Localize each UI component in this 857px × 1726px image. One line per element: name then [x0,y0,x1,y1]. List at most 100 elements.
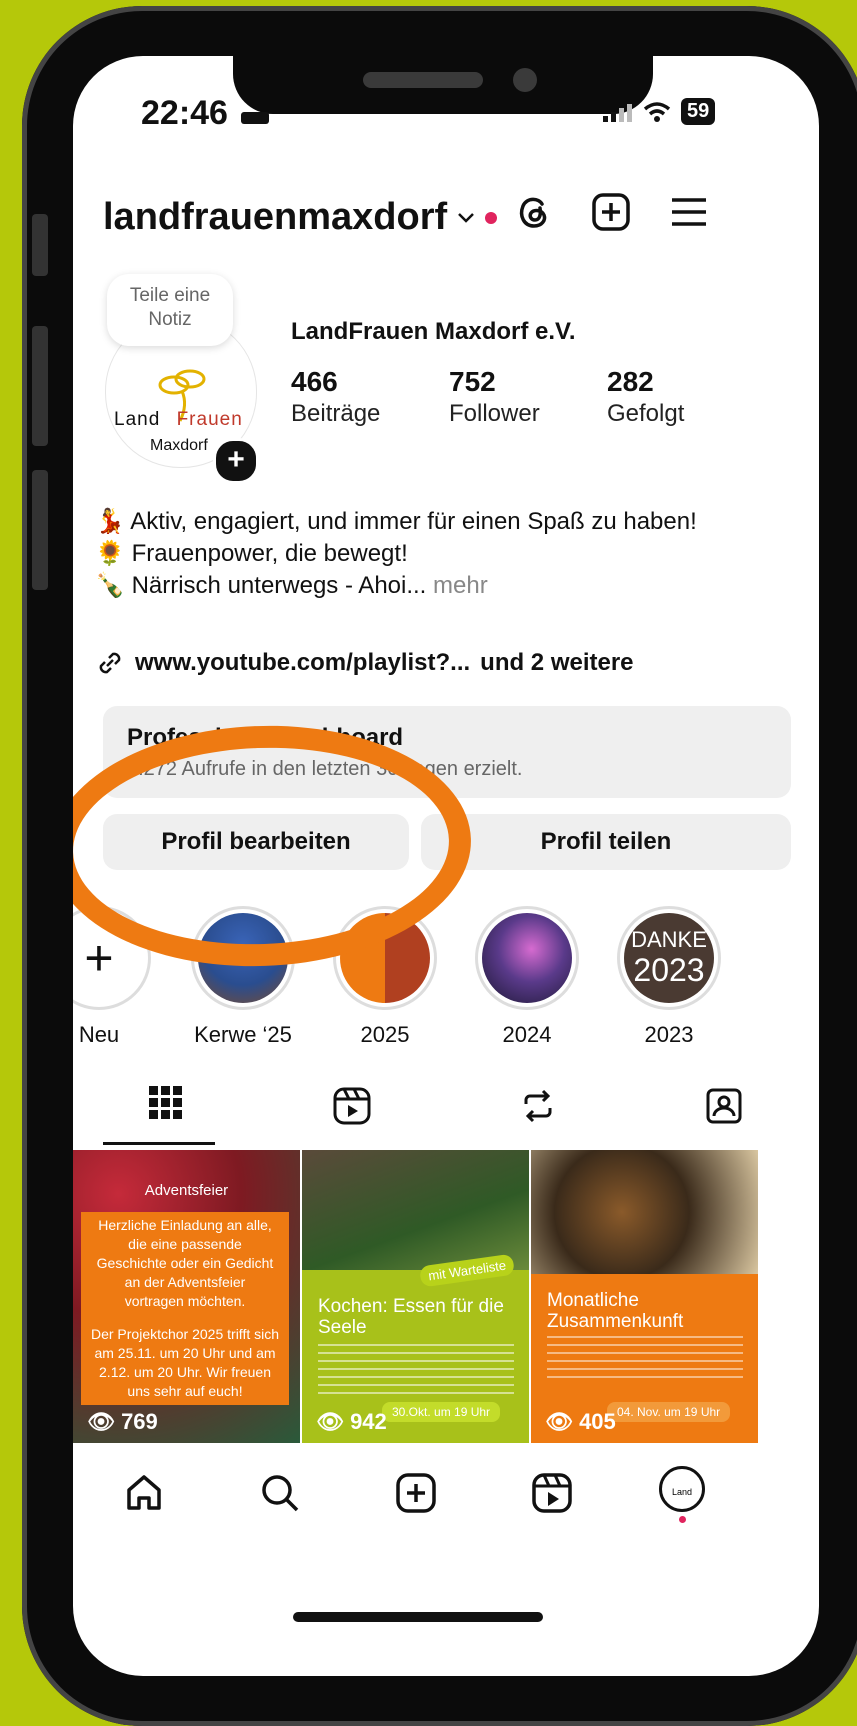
stat-following[interactable]: 282 Gefolgt [607,366,684,428]
post-line: Der Projektchor 2025 trifft sich [90,1326,280,1342]
home-icon[interactable] [123,1472,165,1514]
sunflower-emoji-icon: 🌻 [95,540,125,567]
username-switcher[interactable]: landfrauenmaxdorf [103,196,498,239]
stat-label: Beiträge [291,400,381,427]
post-views: 👁 405 [545,1409,616,1435]
chevron-down-icon [458,212,475,223]
post-line: Herzliche Einladung an alle, [98,1217,272,1233]
grid-icon [149,1086,182,1119]
post-title: Adventsfeier [144,1182,229,1199]
bio: 💃 Aktiv, engagiert, und immer für einen … [95,506,795,602]
stat-label: Follower [449,400,540,427]
tab-tagged[interactable] [631,1086,817,1146]
share-profile-button[interactable]: Profil teilen [421,814,791,870]
post-body [318,1344,514,1396]
status-time: 22:46 [141,94,270,133]
post-tile[interactable]: Adventsfeier Herzliche Einladung an alle… [73,1150,300,1443]
reels-nav-icon[interactable] [531,1472,573,1514]
bio-line: 🍾 Närrisch unterwegs - Ahoi... mehr [95,570,795,602]
display-name: LandFrauen Maxdorf e.V. [291,318,576,345]
stat-followers[interactable]: 752 Follower [449,366,540,428]
threads-icon[interactable] [513,192,553,232]
bio-line: 💃 Aktiv, engagiert, und immer für einen … [95,506,795,538]
notch [233,56,653,114]
post-line: 2.12. um 20 Uhr. Wir freuen [99,1364,271,1380]
search-icon[interactable] [259,1472,301,1514]
signal-icon [603,103,632,122]
menu-icon[interactable] [669,192,709,232]
mini-logo-text: Land [671,1487,693,1497]
top-actions [513,192,709,232]
battery-icon: 59 [681,98,716,125]
notification-dot [485,211,498,224]
tab-reposts[interactable] [445,1086,631,1146]
create-post-icon[interactable] [395,1472,437,1514]
post-line: vortragen möchten. [124,1293,246,1309]
repost-icon [524,1089,552,1123]
views-count: 942 [350,1409,387,1434]
bottom-nav: Land [73,1444,819,1544]
highlight-label: 2024 [502,1022,552,1047]
post-tile[interactable]: Monatliche Zusammenkunft 04. Nov. um 19 … [531,1150,758,1443]
dancer-emoji-icon: 💃 [95,508,125,535]
logo-text-frauen: Frauen [176,409,243,430]
stat-posts[interactable]: 466 Beiträge [291,366,380,428]
highlight-cover [482,913,572,1003]
eye-icon: 👁 [87,1409,115,1434]
link-more: und 2 weitere [480,649,634,676]
views-count: 405 [579,1409,616,1434]
bio-link[interactable]: www.youtube.com/playlist?... und 2 weite… [95,648,634,678]
note-bubble[interactable]: Teile eine Notiz [107,274,233,346]
tagged-icon [706,1088,742,1124]
post-line: Geschichte oder ein Gedicht [96,1255,274,1271]
reels-icon [333,1087,371,1125]
stat-value: 752 [449,366,496,397]
tab-posts[interactable] [73,1086,259,1146]
highlight-cover: DANKE 2023 [624,913,714,1003]
post-text-box: Herzliche Einladung an alle, die eine pas… [81,1212,289,1405]
volume-up-button [32,326,48,446]
sleep-icon [241,112,270,124]
post-title: Monatliche Zusammenkunft [547,1290,684,1332]
views-count: 769 [121,1409,158,1434]
highlight-label: 2023 [644,1022,694,1047]
profile-notification-dot [679,1516,686,1523]
profile-tabs [73,1086,819,1146]
link-url: www.youtube.com/playlist?... [135,649,471,676]
bio-line: 🌻 Frauenpower, die bewegt! [95,538,795,570]
highlight-label: 2025 [360,1022,410,1047]
create-icon[interactable] [591,192,631,232]
post-views: 👁 769 [87,1409,158,1435]
post-line: an der Adventsfeier [124,1274,246,1290]
eye-icon: 👁 [545,1409,573,1434]
post-date: 04. Nov. um 19 Uhr [607,1402,731,1422]
highlight-label: Kerwe ‘25 [194,1022,292,1047]
bio-text: Aktiv, engagiert, und immer für einen Sp… [130,508,697,535]
add-story-icon[interactable]: + [213,438,259,484]
profile-nav-icon[interactable]: Land [659,1466,705,1512]
post-date: 30.Okt. um 19 Uhr [382,1402,501,1422]
logo-text-land: Land [114,409,161,430]
highlight-2024[interactable]: 2024 [471,906,583,1048]
post-line: am 25.11. um 20 Uhr und am [94,1345,276,1361]
active-tab-indicator [103,1142,215,1145]
logo-text-maxdorf: Maxdorf [150,437,208,454]
home-indicator [293,1612,543,1622]
status-right: 59 [603,98,716,125]
highlight-2023[interactable]: DANKE 2023 2023 [613,906,725,1048]
link-icon [99,652,121,674]
post-line: uns sehr auf euch! [127,1383,243,1399]
screen: 22:46 59 landfrauenmaxdorf Land Frauen M… [73,56,819,1676]
cover-text: 2023 [633,952,705,988]
cover-text: DANKE [631,927,707,952]
eye-icon: 👁 [316,1409,344,1434]
post-title: Kochen: Essen für die Seele [318,1296,504,1338]
username: landfrauenmaxdorf [103,196,448,238]
tab-reels[interactable] [259,1086,445,1146]
bio-more-link[interactable]: mehr [433,572,488,599]
bio-text: Närrisch unterwegs - Ahoi... [131,572,427,599]
post-tile[interactable]: mit Warteliste Kochen: Essen für die See… [302,1150,529,1443]
stat-value: 466 [291,366,338,397]
bio-text: Frauenpower, die bewegt! [131,540,408,567]
stat-label: Gefolgt [607,400,685,427]
